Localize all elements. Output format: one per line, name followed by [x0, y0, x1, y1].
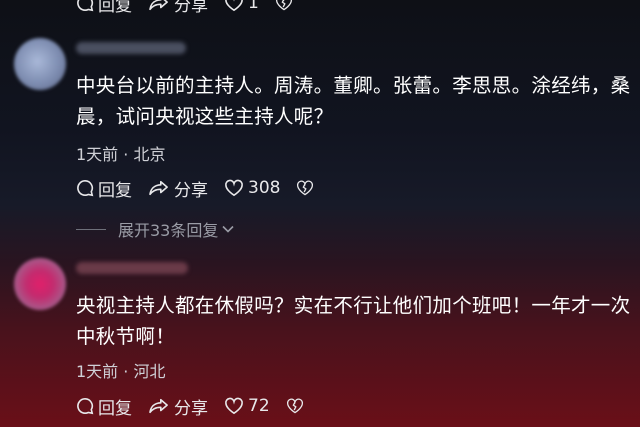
top-action-row: 回复 分享 1	[76, 0, 313, 16]
share-label: 分享	[174, 180, 208, 201]
broken-heart-icon	[297, 180, 314, 196]
share-button[interactable]: 分享	[148, 0, 208, 16]
reply-button[interactable]: 回复	[76, 0, 132, 16]
username[interactable]	[76, 42, 186, 54]
share-label: 分享	[174, 0, 208, 16]
reply-label: 回复	[98, 180, 132, 201]
share-button[interactable]: 分享	[148, 176, 208, 201]
expand-replies-button[interactable]: 展开33条回复	[76, 218, 235, 240]
dislike-button[interactable]	[286, 397, 308, 415]
comment-icon	[77, 0, 94, 12]
comment-icon	[77, 179, 94, 197]
comment-meta: 1天前 · 河北	[76, 358, 165, 382]
like-button[interactable]: 1	[224, 0, 259, 13]
comment-time: 1天前	[76, 362, 119, 381]
comment-icon	[77, 397, 94, 415]
expand-replies-label: 展开33条回复	[118, 221, 219, 240]
comment-action-row: 回复 分享 308	[76, 175, 334, 201]
meta-separator: ·	[123, 145, 134, 164]
divider-line	[76, 228, 106, 230]
comment-location: 北京	[133, 145, 166, 164]
comment-text: 央视主持人都在休假吗？实在不行让他们加个班吧！一年才一次中秋节啊！	[76, 294, 631, 348]
share-icon	[149, 180, 168, 196]
meta-separator: ·	[123, 362, 134, 381]
comment-time: 1天前	[76, 145, 119, 164]
comment-text: 中央台以前的主持人。周涛。董卿。张蕾。李思思。涂经纬，桑晨，试问央视这些主持人呢…	[76, 74, 631, 128]
like-count: 72	[248, 396, 270, 416]
share-label: 分享	[174, 398, 208, 419]
share-icon	[149, 0, 168, 11]
comment-location: 河北	[133, 362, 166, 381]
avatar[interactable]	[14, 258, 66, 310]
heart-icon	[225, 0, 243, 12]
chevron-down-icon	[222, 225, 234, 233]
avatar[interactable]	[14, 38, 66, 90]
comment-action-row: 回复 分享 72	[76, 393, 324, 419]
broken-heart-icon	[275, 0, 292, 11]
reply-label: 回复	[98, 0, 132, 16]
username[interactable]	[76, 262, 188, 274]
heart-icon	[225, 179, 243, 197]
like-button[interactable]: 72	[224, 396, 270, 416]
dislike-button[interactable]	[296, 179, 318, 197]
dislike-button[interactable]	[275, 0, 297, 12]
share-icon	[149, 398, 168, 414]
reply-label: 回复	[98, 398, 132, 419]
like-count: 308	[248, 178, 281, 198]
like-count: 1	[248, 0, 259, 13]
share-button[interactable]: 分享	[148, 394, 208, 419]
comment-meta: 1天前 · 北京	[76, 141, 165, 165]
reply-button[interactable]: 回复	[76, 176, 132, 201]
reply-button[interactable]: 回复	[76, 394, 132, 419]
like-button[interactable]: 308	[224, 178, 280, 198]
broken-heart-icon	[286, 398, 303, 414]
heart-icon	[225, 397, 243, 415]
